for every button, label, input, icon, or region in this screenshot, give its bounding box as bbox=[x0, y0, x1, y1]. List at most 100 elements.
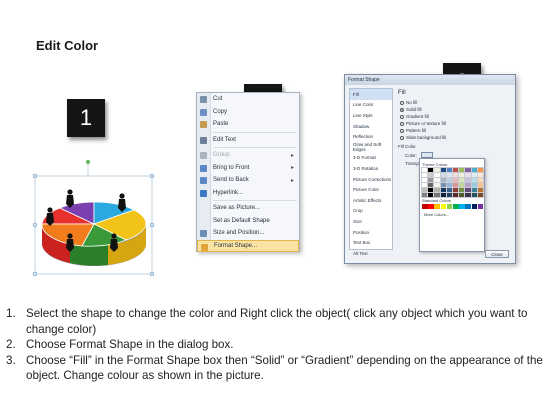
radio-button[interactable] bbox=[400, 121, 404, 126]
color-swatch[interactable] bbox=[452, 181, 460, 189]
color-swatch[interactable] bbox=[471, 204, 478, 209]
color-swatch[interactable] bbox=[427, 181, 435, 189]
color-swatch[interactable] bbox=[421, 176, 429, 184]
color-swatch[interactable] bbox=[445, 181, 454, 189]
color-swatch[interactable] bbox=[445, 186, 454, 194]
category-picture-corrections[interactable]: Picture Corrections bbox=[350, 174, 392, 185]
color-swatch[interactable] bbox=[459, 204, 465, 209]
menu-item-size-position[interactable]: Size and Position... bbox=[197, 227, 299, 240]
menu-item-send-to-back[interactable]: Send to Back ▸ bbox=[197, 174, 299, 187]
category-shadow[interactable]: Shadow bbox=[350, 121, 392, 132]
category-artistic-effects[interactable]: Artistic Effects bbox=[350, 195, 392, 206]
color-swatch[interactable] bbox=[470, 171, 479, 179]
category-line-color[interactable]: Line Color bbox=[350, 100, 392, 111]
more-colors-option[interactable]: More Colors... bbox=[422, 212, 482, 217]
color-swatch[interactable] bbox=[464, 166, 472, 174]
option-picture-fill[interactable]: Picture or texture fill bbox=[397, 120, 513, 127]
category-crop[interactable]: Crop bbox=[350, 206, 392, 217]
category-picture-color[interactable]: Picture Color bbox=[350, 184, 392, 195]
color-swatch[interactable] bbox=[427, 166, 435, 174]
color-swatch[interactable] bbox=[458, 181, 466, 189]
category-line-style[interactable]: Line Style bbox=[350, 110, 392, 121]
resize-handle[interactable] bbox=[149, 271, 155, 277]
category-fill[interactable]: Fill bbox=[350, 89, 392, 100]
color-swatch[interactable] bbox=[476, 181, 485, 189]
color-swatch[interactable] bbox=[439, 171, 448, 179]
menu-item-set-default-shape[interactable]: Set as Default Shape bbox=[197, 215, 299, 228]
menu-item-format-shape[interactable]: Format Shape... bbox=[197, 239, 299, 252]
color-swatch[interactable] bbox=[433, 176, 441, 184]
color-swatch[interactable] bbox=[445, 166, 454, 174]
radio-button-selected[interactable] bbox=[400, 107, 404, 112]
color-swatch[interactable] bbox=[433, 181, 441, 189]
resize-handle[interactable] bbox=[32, 173, 38, 179]
radio-button[interactable] bbox=[400, 100, 404, 105]
color-swatch[interactable] bbox=[433, 171, 441, 179]
color-swatch[interactable] bbox=[464, 191, 472, 199]
option-slide-background-fill[interactable]: Slide background fill bbox=[397, 134, 513, 141]
menu-item-paste[interactable]: Paste bbox=[197, 118, 299, 131]
color-swatch[interactable] bbox=[421, 171, 429, 179]
color-swatch[interactable] bbox=[439, 186, 448, 194]
resize-handle[interactable] bbox=[32, 271, 38, 277]
radio-button[interactable] bbox=[400, 135, 404, 140]
resize-handle[interactable] bbox=[32, 222, 38, 228]
color-swatch[interactable] bbox=[476, 186, 485, 194]
color-swatch[interactable] bbox=[439, 166, 448, 174]
color-swatch[interactable] bbox=[458, 176, 466, 184]
color-swatch[interactable] bbox=[470, 181, 479, 189]
color-swatch[interactable] bbox=[422, 204, 428, 209]
color-swatch[interactable] bbox=[440, 204, 447, 209]
color-swatch[interactable] bbox=[421, 166, 429, 174]
color-swatch[interactable] bbox=[464, 181, 472, 189]
color-swatch[interactable] bbox=[452, 186, 460, 194]
color-swatch[interactable] bbox=[452, 171, 460, 179]
color-swatch[interactable] bbox=[446, 204, 453, 209]
color-swatch[interactable] bbox=[452, 191, 460, 199]
category-3d-format[interactable]: 3-D Format bbox=[350, 153, 392, 164]
color-swatch[interactable] bbox=[477, 204, 484, 209]
color-swatch[interactable] bbox=[476, 191, 485, 199]
color-swatch[interactable] bbox=[445, 176, 454, 184]
color-swatch[interactable] bbox=[458, 171, 466, 179]
color-swatch[interactable] bbox=[439, 181, 448, 189]
menu-item-group[interactable]: Group ▸ bbox=[197, 149, 299, 162]
category-position[interactable]: Position bbox=[350, 227, 392, 238]
color-swatch[interactable] bbox=[470, 166, 479, 174]
color-swatch[interactable] bbox=[458, 191, 466, 199]
option-gradient-fill[interactable]: Gradient fill bbox=[397, 113, 513, 120]
color-swatch[interactable] bbox=[465, 204, 471, 209]
color-swatch[interactable] bbox=[464, 171, 472, 179]
option-no-fill[interactable]: No fill bbox=[397, 99, 513, 106]
radio-button[interactable] bbox=[400, 114, 404, 119]
color-swatch[interactable] bbox=[470, 191, 479, 199]
rotate-handle[interactable] bbox=[86, 160, 90, 164]
color-swatch[interactable] bbox=[433, 191, 441, 199]
menu-item-hyperlink[interactable]: Hyperlink... bbox=[197, 187, 299, 200]
color-swatch[interactable] bbox=[433, 166, 441, 174]
menu-item-save-as-picture[interactable]: Save as Picture... bbox=[197, 202, 299, 215]
color-swatch[interactable] bbox=[445, 191, 454, 199]
color-swatch[interactable] bbox=[421, 186, 429, 194]
color-swatch[interactable] bbox=[421, 181, 429, 189]
close-button[interactable]: Close bbox=[485, 250, 509, 258]
color-swatch[interactable] bbox=[427, 171, 435, 179]
color-swatch[interactable] bbox=[458, 186, 466, 194]
color-swatch[interactable] bbox=[433, 186, 441, 194]
category-glow[interactable]: Glow and Soft Edges bbox=[350, 142, 392, 153]
menu-item-cut[interactable]: Cut bbox=[197, 93, 299, 106]
color-swatch[interactable] bbox=[427, 186, 435, 194]
color-swatch[interactable] bbox=[439, 176, 448, 184]
color-swatch[interactable] bbox=[476, 171, 485, 179]
resize-handle[interactable] bbox=[149, 173, 155, 179]
color-swatch[interactable] bbox=[434, 204, 440, 209]
puzzle-pie-graphic[interactable] bbox=[30, 160, 165, 280]
color-swatch[interactable] bbox=[452, 176, 460, 184]
color-swatch[interactable] bbox=[427, 176, 435, 184]
color-swatch[interactable] bbox=[470, 186, 479, 194]
menu-item-bring-to-front[interactable]: Bring to Front ▸ bbox=[197, 162, 299, 175]
color-swatch[interactable] bbox=[439, 191, 448, 199]
color-swatch[interactable] bbox=[421, 191, 429, 199]
option-solid-fill[interactable]: Solid fill bbox=[397, 106, 513, 113]
menu-item-copy[interactable]: Copy bbox=[197, 106, 299, 119]
